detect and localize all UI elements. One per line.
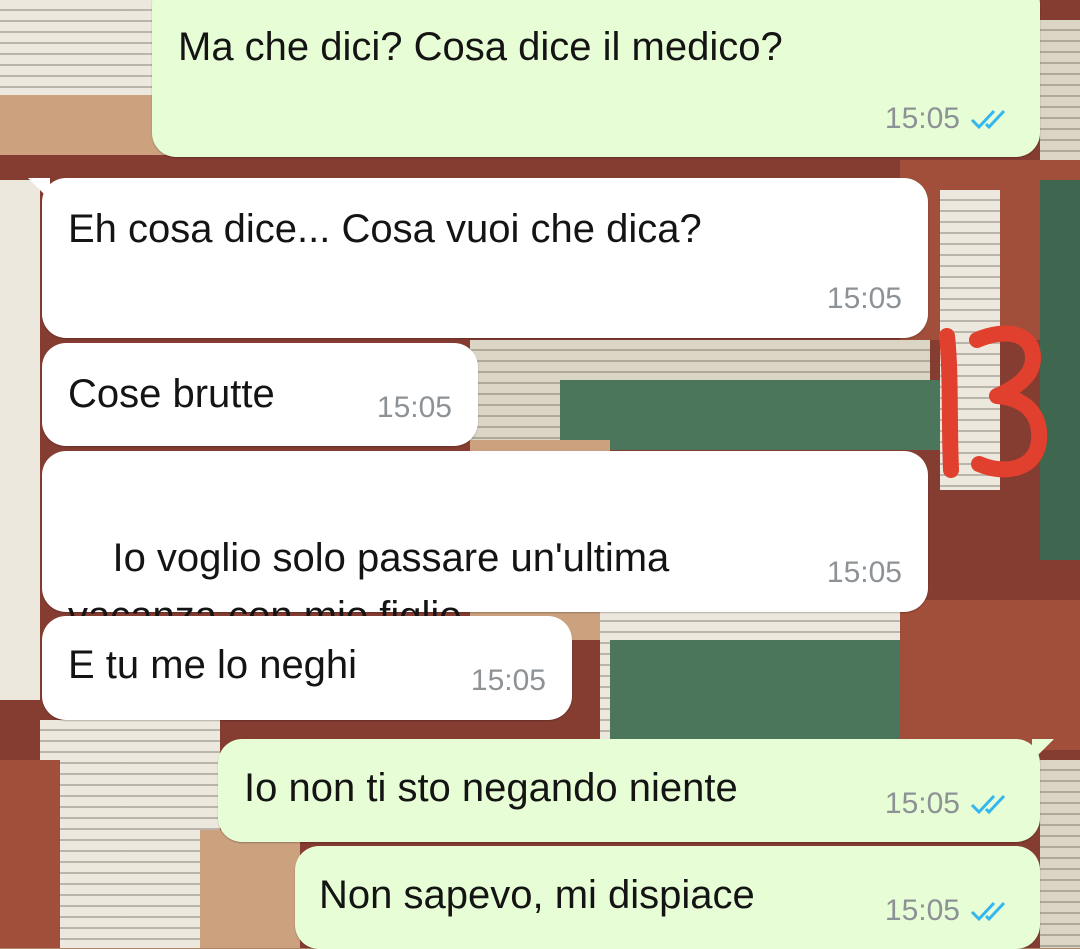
message-time: 15:05 bbox=[826, 556, 902, 589]
bubble-tail bbox=[1032, 739, 1054, 761]
bubble-tail bbox=[1032, 0, 1054, 2]
message-meta: 15:05 bbox=[827, 282, 902, 316]
message-time: 15:05 bbox=[884, 894, 960, 927]
message-bubble-incoming[interactable]: Eh cosa dice... Cosa vuoi che dica? 15:0… bbox=[28, 178, 928, 338]
number-13-annotation bbox=[939, 325, 1048, 478]
message-meta: 15:05 bbox=[885, 787, 1014, 821]
message-text: Ma che dici? Cosa dice il medico? bbox=[178, 25, 783, 69]
message-time: 15:05 bbox=[884, 102, 960, 135]
double-check-icon bbox=[970, 109, 1006, 130]
message-bubble-incoming[interactable]: Cose brutte 15:05 bbox=[42, 343, 478, 446]
message-meta: 15:05 bbox=[471, 664, 546, 698]
message-meta: 15:05 bbox=[885, 102, 1014, 136]
message-bubble-incoming[interactable]: E tu me lo neghi 15:05 bbox=[42, 616, 572, 720]
message-meta: 15:05 bbox=[827, 556, 902, 590]
message-time: 15:05 bbox=[826, 282, 902, 315]
message-time: 15:05 bbox=[884, 787, 960, 820]
message-bubble-outgoing[interactable]: Non sapevo, mi dispiace 15:05 bbox=[295, 846, 1040, 949]
message-meta: 15:05 bbox=[377, 391, 452, 425]
message-meta: 15:05 bbox=[885, 894, 1014, 928]
message-text: Cose brutte bbox=[68, 372, 275, 416]
message-bubble-outgoing[interactable]: Io non ti sto negando niente 15:05 bbox=[218, 739, 1054, 842]
message-text: Non sapevo, mi dispiace bbox=[319, 873, 755, 917]
double-check-icon bbox=[970, 794, 1006, 815]
message-text: Eh cosa dice... Cosa vuoi che dica? bbox=[68, 207, 702, 251]
message-bubble-incoming[interactable]: Io voglio solo passare un'ultima vacanza… bbox=[42, 451, 928, 638]
bubble-tail bbox=[28, 178, 50, 200]
message-text: E tu me lo neghi bbox=[68, 643, 358, 687]
message-bubble-outgoing[interactable]: Ma che dici? Cosa dice il medico? 15:05 bbox=[152, 0, 1054, 157]
double-check-icon bbox=[970, 901, 1006, 922]
message-time: 15:05 bbox=[470, 664, 546, 697]
message-time: 15:05 bbox=[376, 391, 452, 424]
message-text: Io non ti sto negando niente bbox=[244, 766, 738, 810]
